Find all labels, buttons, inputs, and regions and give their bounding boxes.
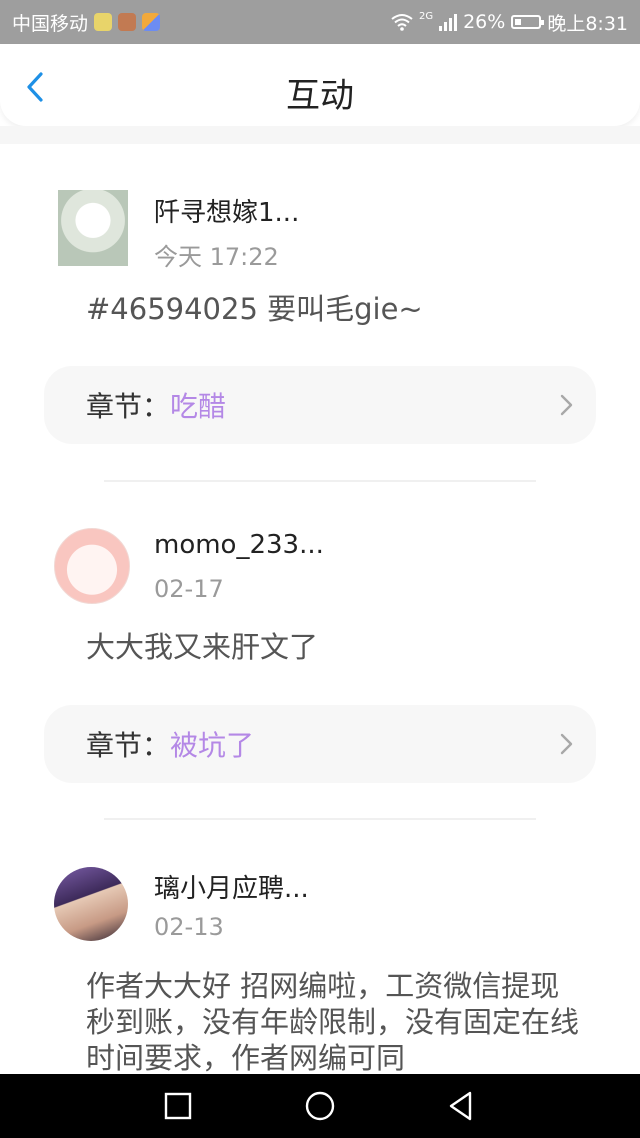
battery-icon: [511, 15, 545, 29]
chapter-name: 吃醋: [170, 390, 227, 423]
home-icon[interactable]: [302, 1088, 338, 1124]
comment-divider: [104, 480, 536, 482]
back-nav-icon[interactable]: [444, 1088, 480, 1124]
page-title: 互动: [286, 76, 354, 116]
chapter-label: 章节：: [86, 729, 171, 762]
comment-time: 02-13: [154, 913, 224, 941]
game-app-icon: [118, 13, 137, 31]
chapter-link[interactable]: 章节： 被坑了: [44, 705, 596, 783]
header: 互动: [0, 44, 640, 126]
clock: 晚上8:31: [547, 12, 628, 35]
network-type: 2G: [418, 10, 434, 22]
signal-icon: [439, 13, 458, 31]
chapter-name: 被坑了: [170, 729, 255, 762]
comment-time: 02-17: [154, 575, 224, 603]
battery-percent: 26%: [463, 11, 506, 33]
store-app-icon: [142, 13, 161, 31]
comment-text: 作者大大好 招网编啦，工资微信提现秒到账，没有年龄限制，没有固定在线时间要求，作…: [86, 969, 580, 1074]
comment-text: #46594025 要叫毛gie~: [86, 292, 423, 326]
status-right: 2G 26% 晚上8:31: [391, 9, 628, 36]
comment-username[interactable]: 阡寻想嫁1...: [154, 192, 299, 229]
chapter-link[interactable]: 章节： 吃醋: [44, 366, 596, 444]
avatar[interactable]: [54, 528, 130, 604]
carrier-label: 中国移动: [12, 12, 89, 35]
comment-divider: [104, 818, 536, 820]
comment-time: 今天 17:22: [154, 243, 279, 271]
status-bar: 中国移动 2G 26% 晚上8:31: [0, 0, 640, 44]
chat-app-icon: [94, 13, 113, 31]
chevron-right-icon: [560, 394, 573, 416]
comment-username[interactable]: 璃小月应聘...: [154, 868, 309, 905]
wifi-icon: [391, 14, 413, 31]
status-left: 中国移动: [12, 9, 161, 36]
avatar[interactable]: [54, 867, 128, 941]
system-nav-bar: [0, 1074, 640, 1138]
chapter-label: 章节：: [86, 390, 171, 423]
comment-text: 大大我又来肝文了: [86, 630, 319, 664]
avatar[interactable]: [58, 190, 128, 266]
header-divider: [0, 126, 640, 144]
chevron-right-icon: [560, 733, 573, 755]
comment-username[interactable]: momo_233...: [154, 530, 324, 560]
recent-apps-icon[interactable]: [160, 1088, 196, 1124]
